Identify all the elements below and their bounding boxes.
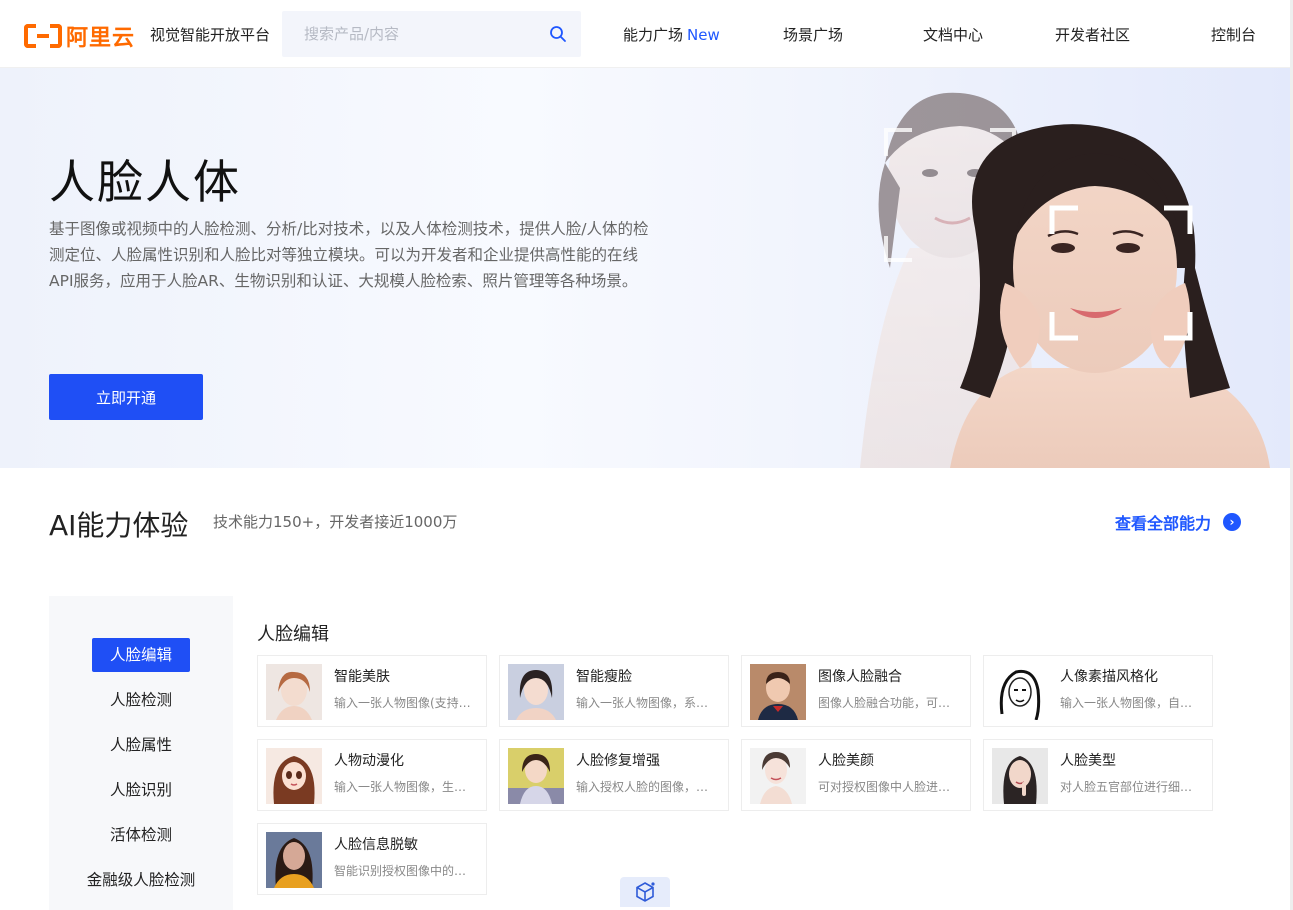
sidebar-item-face-detect[interactable]: 人脸检测 — [49, 682, 233, 718]
card-name: 人脸修复增强 — [576, 753, 660, 769]
category-sidebar: 人脸编辑 人脸检测 人脸属性 人脸识别 活体检测 金融级人脸检测 — [49, 596, 233, 910]
logo-text: 阿里云 — [66, 26, 136, 51]
chevron-right-icon: › — [1223, 513, 1242, 531]
sketch-portrait-thumbnail — [992, 664, 1048, 720]
card-description: 对人脸五官部位进行细… — [1060, 780, 1193, 794]
card-name: 智能瘦脸 — [576, 669, 632, 685]
sidebar-item-label: 金融级人脸检测 — [86, 871, 196, 889]
sidebar-item-label: 人脸编辑 — [91, 638, 190, 672]
capability-card[interactable]: 智能瘦脸 输入一张人物图像，系… — [499, 655, 729, 727]
top-header: 阿里云 视觉智能开放平台 能力广场New 场景广场 文档中心 开发者社区 控制台 — [0, 0, 1293, 68]
hero-banner: 人脸人体 基于图像或视频中的人脸检测、分析/比对技术，以及人体检测技术，提供人脸… — [0, 68, 1290, 468]
portrait-thumbnail — [266, 664, 322, 720]
portrait-thumbnail — [750, 748, 806, 804]
sidebar-item-face-attribute[interactable]: 人脸属性 — [49, 727, 233, 763]
search-input[interactable] — [282, 11, 522, 57]
ai-section-title: AI能力体验 — [49, 509, 189, 542]
card-name: 人脸美颜 — [818, 753, 874, 769]
sidebar-item-label: 活体检测 — [109, 826, 172, 844]
card-description: 智能识别授权图像中的… — [334, 864, 467, 878]
card-description: 输入一张人物图像，系… — [576, 696, 709, 710]
portrait-thumbnail — [750, 664, 806, 720]
capability-card[interactable]: 人脸美颜 可对授权图像中人脸进… — [741, 739, 971, 811]
card-description: 输入一张人物图像，自… — [1060, 696, 1193, 710]
capability-card[interactable]: 图像人脸融合 图像人脸融合功能，可… — [741, 655, 971, 727]
new-badge: New — [687, 26, 720, 44]
sidebar-item-finance-face[interactable]: 金融级人脸检测 — [49, 862, 233, 898]
capability-card[interactable]: 人脸信息脱敏 智能识别授权图像中的… — [257, 823, 487, 895]
card-description: 输入授权人脸的图像，… — [576, 780, 709, 794]
activate-now-button[interactable]: 立即开通 — [49, 374, 203, 420]
platform-name[interactable]: 视觉智能开放平台 — [150, 24, 270, 45]
nav-developer-community[interactable]: 开发者社区 — [1055, 24, 1130, 45]
aliyun-logo-icon — [24, 24, 62, 48]
card-name: 人脸信息脱敏 — [334, 837, 418, 853]
section-title: 人脸编辑 — [257, 624, 329, 645]
cube-icon — [636, 882, 655, 902]
capability-card[interactable]: 智能美肤 输入一张人物图像(支持… — [257, 655, 487, 727]
child-portrait-thumbnail — [508, 748, 564, 804]
capability-card[interactable]: 人物动漫化 输入一张人物图像，生… — [257, 739, 487, 811]
card-name: 人脸美型 — [1060, 753, 1116, 769]
hero-face-illustration — [860, 92, 1270, 468]
view-all-label: 查看全部能力 — [1115, 514, 1212, 533]
sidebar-item-face-recognition[interactable]: 人脸识别 — [49, 772, 233, 808]
capability-card[interactable]: 人脸美型 对人脸五官部位进行细… — [983, 739, 1213, 811]
sidebar-item-label: 人脸属性 — [109, 736, 172, 754]
card-name: 人像素描风格化 — [1060, 669, 1158, 685]
hero-description: 基于图像或视频中的人脸检测、分析/比对技术，以及人体检测技术，提供人脸/人体的检… — [49, 220, 649, 290]
ai-section-subtitle: 技术能力150+，开发者接近1000万 — [213, 513, 458, 531]
view-all-link[interactable]: 查看全部能力 › — [1115, 510, 1242, 534]
card-description: 图像人脸融合功能，可… — [818, 696, 951, 710]
card-description: 可对授权图像中人脸进… — [818, 780, 951, 794]
card-name: 图像人脸融合 — [818, 669, 902, 685]
sidebar-item-liveness[interactable]: 活体检测 — [49, 817, 233, 853]
nav-docs-center[interactable]: 文档中心 — [923, 24, 983, 45]
sidebar-item-face-edit[interactable]: 人脸编辑 — [49, 637, 233, 673]
floating-assistant-button[interactable] — [620, 877, 670, 907]
aliyun-logo[interactable]: 阿里云 — [24, 20, 135, 52]
sidebar-item-label: 人脸检测 — [109, 691, 172, 709]
nav-scenario-square[interactable]: 场景广场 — [783, 24, 843, 45]
search-box — [282, 11, 581, 57]
search-icon[interactable] — [549, 25, 567, 43]
capability-card[interactable]: 人脸修复增强 输入授权人脸的图像，… — [499, 739, 729, 811]
blurred-portrait-thumbnail — [266, 832, 322, 888]
card-description: 输入一张人物图像(支持… — [334, 696, 471, 710]
nav-console[interactable]: 控制台 — [1211, 24, 1256, 45]
portrait-thumbnail — [992, 748, 1048, 804]
hero-title: 人脸人体 — [49, 155, 241, 209]
card-description: 输入一张人物图像，生… — [334, 780, 467, 794]
nav-capability-square[interactable]: 能力广场 New — [623, 24, 720, 45]
capability-card[interactable]: 人像素描风格化 输入一张人物图像，自… — [983, 655, 1213, 727]
anime-portrait-thumbnail — [266, 748, 322, 804]
card-name: 智能美肤 — [334, 669, 390, 685]
card-name: 人物动漫化 — [334, 753, 404, 769]
sidebar-item-label: 人脸识别 — [109, 781, 172, 799]
nav-label: 能力广场 — [623, 26, 684, 44]
portrait-thumbnail — [508, 664, 564, 720]
